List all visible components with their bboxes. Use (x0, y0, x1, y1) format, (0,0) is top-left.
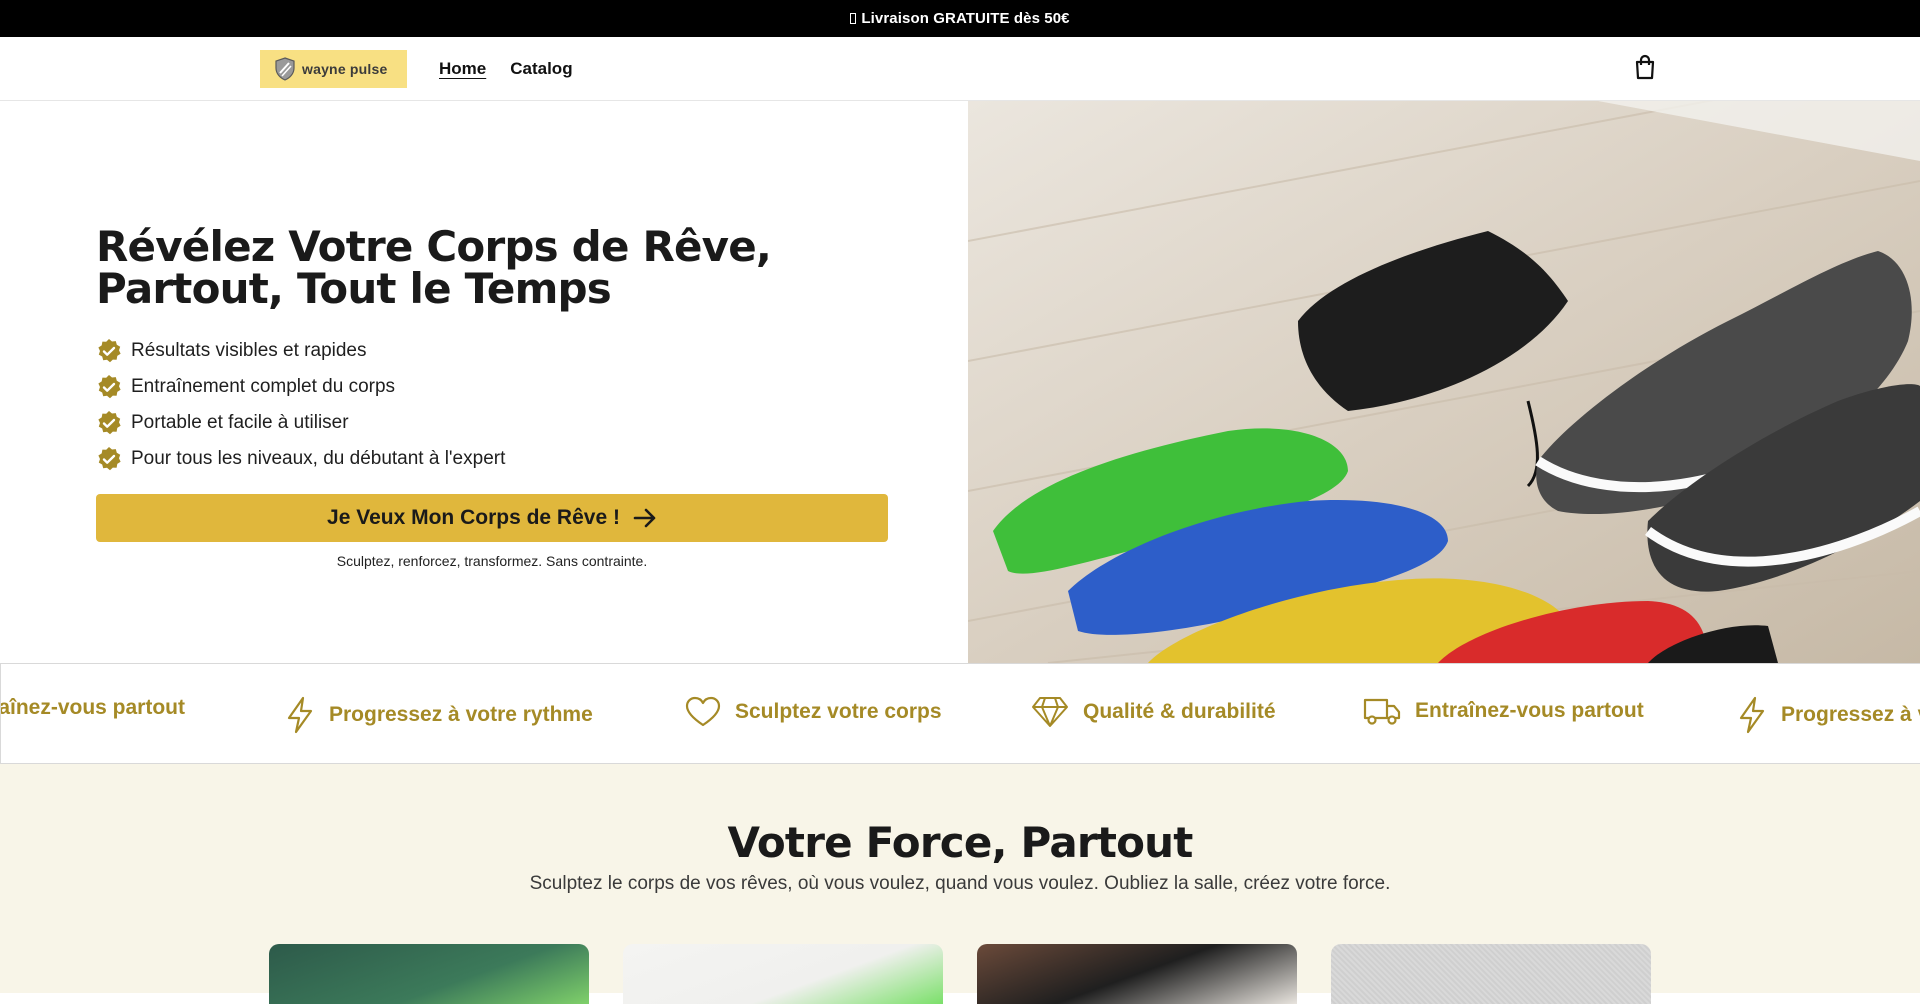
benefit-text: Portable et facile à utiliser (131, 412, 349, 433)
feature-card-image[interactable] (269, 944, 589, 1004)
marquee-item: Sculptez votre corps (685, 696, 942, 728)
check-badge-icon (98, 411, 121, 435)
section-subtitle: Sculptez le corps de vos rêves, où vous … (529, 873, 1391, 894)
nav-link-home[interactable]: Home (439, 59, 486, 79)
logo[interactable]: wayne pulse (260, 50, 407, 88)
cta-label: Je Veux Mon Corps de Rêve ! (327, 506, 620, 529)
hero-content: Révélez Votre Corps de Rêve, Partout, To… (0, 101, 968, 663)
benefit-item: Résultats visibles et rapides (96, 333, 505, 369)
marquee-label: Sculptez votre corps (735, 700, 942, 723)
arrow-right-icon (633, 508, 656, 528)
shopping-bag-icon (1635, 54, 1655, 80)
main-nav: Home Catalog (439, 59, 573, 79)
site-header: wayne pulse Home Catalog (0, 37, 1920, 101)
section-title: Votre Force, Partout (727, 818, 1193, 867)
feature-card-image[interactable] (1331, 944, 1651, 1004)
announcement-bar: Livraison GRATUITE dès 50€ (0, 0, 1920, 37)
hero-section: Révélez Votre Corps de Rêve, Partout, To… (0, 101, 1920, 663)
benefit-item: Pour tous les niveaux, du débutant à l'e… (96, 441, 505, 477)
check-badge-icon (98, 339, 121, 363)
missing-glyph-icon (850, 13, 857, 24)
benefit-item: Portable et facile à utiliser (96, 405, 505, 441)
marquee-item: Progressez à votre rythme (285, 696, 593, 734)
feature-card-image[interactable] (977, 944, 1297, 1004)
benefit-text: Pour tous les niveaux, du débutant à l'e… (131, 448, 506, 469)
marquee-label: Entraînez-vous partout (1415, 699, 1644, 722)
shield-logo-icon (275, 57, 295, 81)
lightning-icon (287, 696, 313, 734)
logo-text: wayne pulse (302, 61, 388, 77)
feature-card-image[interactable] (623, 944, 943, 1004)
feature-marquee: Entraînez-vous partout Progressez à votr… (0, 663, 1920, 764)
cta-subtext: Sculptez, renforcez, transformez. Sans c… (336, 553, 648, 569)
benefit-text: Entraînement complet du corps (131, 376, 396, 397)
marquee-label: Entraînez-vous partout (1, 696, 185, 719)
hero-photo (968, 101, 1920, 663)
nav-link-catalog[interactable]: Catalog (510, 59, 572, 79)
cart-button[interactable] (1633, 54, 1657, 85)
diamond-icon (1032, 697, 1068, 727)
marquee-item: Qualité & durabilité (1031, 696, 1276, 728)
heart-icon (685, 696, 721, 727)
marquee-item: Entraînez-vous partout (1, 696, 185, 720)
marquee-label: Progressez à votre rythme (329, 703, 593, 726)
announcement-text: Livraison GRATUITE dès 50€ (861, 10, 1070, 27)
cta-button[interactable]: Je Veux Mon Corps de Rêve ! (96, 494, 888, 542)
marquee-item: Progressez à votre rythme (1737, 696, 1920, 734)
hero-image (968, 101, 1920, 663)
marquee-label: Progressez à votre rythme (1781, 703, 1920, 726)
hero-title: Révélez Votre Corps de Rêve, Partout, To… (96, 222, 772, 313)
benefit-text: Résultats visibles et rapides (131, 340, 367, 361)
check-badge-icon (98, 375, 121, 399)
features-section: Votre Force, Partout Sculptez le corps d… (0, 764, 1920, 1004)
benefit-item: Entraînement complet du corps (96, 369, 505, 405)
marquee-item: Entraînez-vous partout (1363, 696, 1644, 726)
lightning-icon (1739, 696, 1765, 734)
marquee-label: Qualité & durabilité (1083, 700, 1276, 723)
check-badge-icon (98, 447, 121, 471)
benefit-list: Résultats visibles et rapides Entraîneme… (96, 333, 505, 477)
truck-icon (1363, 698, 1401, 725)
